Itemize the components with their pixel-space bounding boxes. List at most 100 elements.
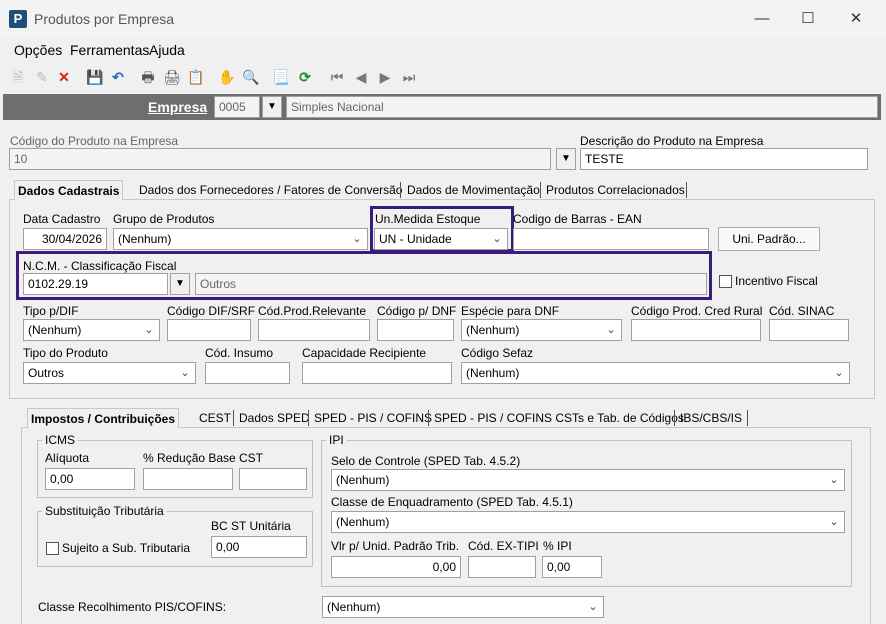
cod-insumo-input[interactable] bbox=[205, 362, 290, 384]
incentivo-fiscal-checkbox[interactable] bbox=[719, 275, 732, 288]
undo-icon[interactable]: ↶ bbox=[109, 68, 127, 86]
cst-input[interactable] bbox=[239, 468, 307, 490]
tab-produtos-correlacionados[interactable]: Produtos Correlacionados bbox=[543, 180, 688, 200]
tab-separator bbox=[686, 182, 687, 198]
properties-icon[interactable]: 📃 bbox=[272, 68, 290, 86]
chevron-down-icon[interactable]: ⌄ bbox=[584, 597, 602, 617]
tab-dados-sped[interactable]: Dados SPED bbox=[236, 408, 313, 428]
data-cadastro-label: Data Cadastro bbox=[23, 212, 101, 226]
hand-icon[interactable]: ✋ bbox=[218, 68, 236, 86]
chevron-down-icon[interactable]: ⌄ bbox=[602, 320, 620, 340]
aliquota-label: Alíquota bbox=[45, 451, 90, 465]
bc-st-label: BC ST Unitária bbox=[211, 519, 291, 533]
cod-dif-input[interactable] bbox=[167, 319, 251, 341]
tipo-produto-select[interactable] bbox=[23, 362, 196, 384]
search-icon[interactable]: 🔍 bbox=[242, 68, 260, 86]
produto-dropdown-button[interactable]: ▼ bbox=[556, 148, 576, 170]
tab-dados-cadastrais[interactable]: Dados Cadastrais bbox=[14, 180, 124, 200]
bc-st-input[interactable] bbox=[211, 536, 307, 558]
delete-icon[interactable]: ✕ bbox=[55, 68, 73, 86]
cst-label: CST bbox=[239, 451, 263, 465]
cod-dnf-input[interactable] bbox=[377, 319, 454, 341]
maximize-button[interactable]: ☐ bbox=[786, 5, 830, 33]
menu-ferramentas[interactable]: Ferramentas bbox=[70, 42, 149, 58]
chevron-down-icon[interactable]: ⌄ bbox=[830, 363, 848, 383]
empresa-code-input[interactable] bbox=[214, 96, 260, 118]
classe-enquadramento-label: Classe de Enquadramento (SPED Tab. 4.5.1… bbox=[331, 495, 573, 509]
cod-dnf-label: Código p/ DNF bbox=[377, 304, 457, 318]
ipi-pct-input[interactable] bbox=[542, 556, 602, 578]
selo-controle-select[interactable] bbox=[331, 469, 845, 491]
refresh-icon[interactable]: ⟳ bbox=[296, 68, 314, 86]
data-cadastro-input[interactable] bbox=[23, 228, 107, 250]
edit-icon[interactable]: ✎ bbox=[33, 68, 51, 86]
reducao-base-input[interactable] bbox=[143, 468, 233, 490]
capacidade-recipiente-label: Capacidade Recipiente bbox=[302, 346, 427, 360]
especie-dnf-label: Espécie para DNF bbox=[461, 304, 560, 318]
uni-padrao-button[interactable]: Uni. Padrão... bbox=[718, 227, 820, 251]
sujeito-sub-label: Sujeito a Sub. Tributaria bbox=[62, 541, 191, 555]
tipo-produto-label: Tipo do Produto bbox=[23, 346, 108, 360]
new-icon[interactable]: 🗎 bbox=[9, 68, 27, 86]
tab-sped-pis-cofins-csts[interactable]: SPED - PIS / COFINS CSTs e Tab. de Códig… bbox=[431, 408, 687, 428]
previous-record-icon[interactable]: ◀ bbox=[352, 68, 370, 86]
grupo-produtos-select[interactable] bbox=[113, 228, 368, 250]
chevron-down-icon[interactable]: ⌄ bbox=[140, 320, 158, 340]
last-record-icon[interactable]: ⏭ bbox=[400, 68, 418, 86]
cod-sinac-input[interactable] bbox=[769, 319, 849, 341]
classe-pis-cofins-select[interactable] bbox=[322, 596, 604, 618]
ncm-desc-input[interactable] bbox=[195, 273, 707, 295]
classe-enquadramento-select[interactable] bbox=[331, 511, 845, 533]
capacidade-recipiente-input[interactable] bbox=[302, 362, 452, 384]
cod-insumo-label: Cód. Insumo bbox=[205, 346, 274, 360]
menu-opcoes[interactable]: Opções bbox=[14, 42, 62, 58]
tab-separator bbox=[428, 410, 429, 426]
chevron-down-icon[interactable]: ⌄ bbox=[348, 229, 366, 249]
classe-pis-cofins-label: Classe Recolhimento PIS/COFINS: bbox=[38, 600, 227, 614]
produto-code-input[interactable] bbox=[9, 148, 551, 170]
cod-dif-label: Código DIF/SRF bbox=[167, 304, 256, 318]
export-icon[interactable]: 📋 bbox=[187, 68, 205, 86]
tab-cest[interactable]: CEST bbox=[196, 408, 234, 428]
ipi-pct-label: % IPI bbox=[543, 539, 572, 553]
produto-desc-input[interactable] bbox=[580, 148, 868, 170]
chevron-down-icon[interactable]: ⌄ bbox=[176, 363, 194, 383]
tab-separator bbox=[747, 410, 748, 426]
tab-separator bbox=[674, 410, 675, 426]
tab-ibs-cbs-is[interactable]: IBS/CBS/IS bbox=[677, 408, 745, 428]
tab-sped-pis-cofins[interactable]: SPED - PIS / COFINS bbox=[311, 408, 435, 428]
cod-prod-relevante-input[interactable] bbox=[258, 319, 370, 341]
cod-sefaz-label: Código Sefaz bbox=[461, 346, 534, 360]
ex-tipi-input[interactable] bbox=[468, 556, 536, 578]
cod-sefaz-select[interactable] bbox=[461, 362, 850, 384]
print-icon[interactable]: 🖶 bbox=[139, 68, 157, 86]
grupo-produtos-label: Grupo de Produtos bbox=[113, 212, 215, 226]
aliquota-input[interactable] bbox=[45, 468, 135, 490]
chevron-down-icon[interactable]: ⌄ bbox=[825, 470, 843, 490]
minimize-button[interactable]: — bbox=[740, 5, 784, 33]
chevron-down-icon[interactable]: ⌄ bbox=[488, 229, 506, 249]
especie-dnf-select[interactable] bbox=[461, 319, 622, 341]
chevron-down-icon[interactable]: ⌄ bbox=[825, 512, 843, 532]
tab-impostos-contribuicoes[interactable]: Impostos / Contribuições bbox=[27, 408, 180, 428]
cod-prod-relevante-label: Cód.Prod.Relevante bbox=[258, 304, 367, 318]
empresa-dropdown-button[interactable]: ▼ bbox=[262, 96, 282, 118]
cod-cred-rural-input[interactable] bbox=[631, 319, 761, 341]
close-button[interactable]: ✕ bbox=[834, 5, 878, 33]
menu-ajuda[interactable]: Ajuda bbox=[149, 42, 185, 58]
first-record-icon[interactable]: ⏮ bbox=[328, 68, 346, 86]
icms-title: ICMS bbox=[42, 433, 78, 447]
tab-dados-movimentacao[interactable]: Dados de Movimentação bbox=[404, 180, 543, 200]
vlr-unid-input[interactable] bbox=[331, 556, 461, 578]
empresa-name-input[interactable] bbox=[286, 96, 878, 118]
empresa-label: Empresa bbox=[148, 99, 208, 115]
ncm-dropdown-button[interactable]: ▼ bbox=[170, 273, 190, 295]
sujeito-sub-checkbox[interactable] bbox=[46, 542, 59, 555]
next-record-icon[interactable]: ▶ bbox=[376, 68, 394, 86]
ean-input[interactable] bbox=[513, 228, 709, 250]
ncm-label: N.C.M. - Classificação Fiscal bbox=[23, 259, 177, 273]
print-preview-icon[interactable]: 🖨 bbox=[163, 68, 181, 86]
ncm-input[interactable] bbox=[23, 273, 168, 295]
save-icon[interactable]: 💾 bbox=[86, 68, 104, 86]
tab-dados-fornecedores[interactable]: Dados dos Fornecedores / Fatores de Conv… bbox=[136, 180, 405, 200]
